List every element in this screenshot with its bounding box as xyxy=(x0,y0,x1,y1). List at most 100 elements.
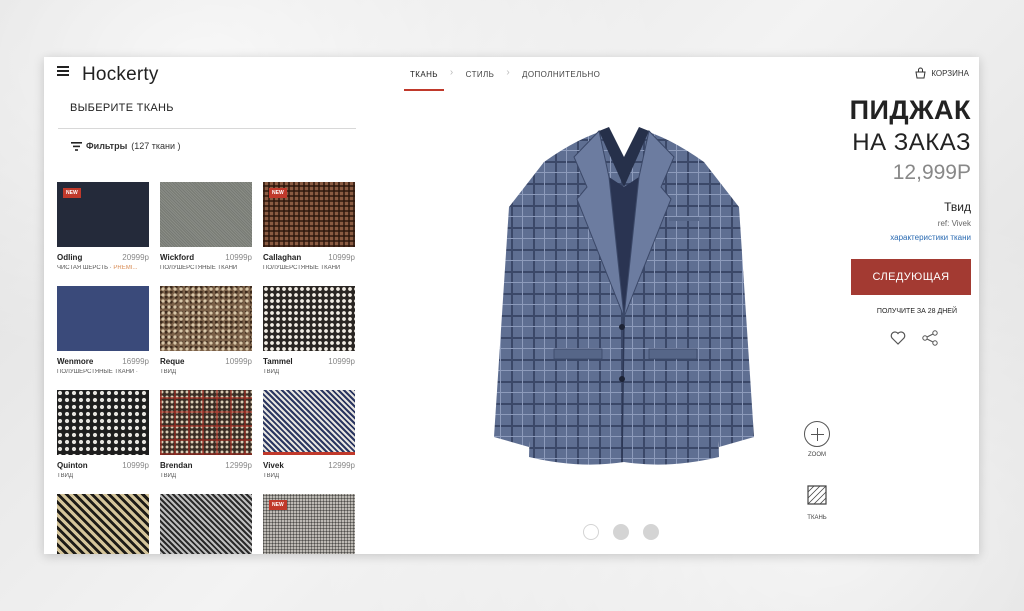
chevron-right-icon: › xyxy=(449,67,454,78)
filters-button[interactable]: Фильтры (127 ткани ) xyxy=(71,141,181,151)
fabric-type: ПОЛУШЕРСТЯНЫЕ ТКАНИ · xyxy=(57,369,149,375)
menu-icon[interactable] xyxy=(57,66,69,76)
logo[interactable]: Hockerty xyxy=(82,64,159,86)
fabric-swatch[interactable] xyxy=(160,286,252,351)
fabric-type-text: ТВИД xyxy=(263,473,280,479)
zoom-label: ZOOM xyxy=(808,452,826,458)
fabric-icon xyxy=(807,485,827,505)
next-button[interactable]: СЛЕДУЮЩАЯ xyxy=(851,259,971,295)
fabric-price: 10999р xyxy=(328,253,355,262)
carousel-dot[interactable] xyxy=(643,524,659,540)
fabric-type-text: ПОЛУШЕРСТЯНЫЕ ТКАНИ xyxy=(263,265,341,271)
fabric-tile[interactable]: Reque 10999р ТВИД xyxy=(160,286,252,375)
fabric-swatch[interactable]: NEW xyxy=(263,182,355,247)
product-subtitle: НА ЗАКАЗ xyxy=(852,129,971,156)
fabric-swatch[interactable] xyxy=(57,286,149,351)
cart-label: КОРЗИНА xyxy=(931,68,969,78)
fabric-price: 10999р xyxy=(225,253,252,262)
fabric-type: ТВИД xyxy=(57,473,149,479)
fabric-name: Tammel xyxy=(263,357,293,366)
fabric-name: Reque xyxy=(160,357,185,366)
fabric-type-text: ПОЛУШЕРСТЯНЫЕ ТКАНИ xyxy=(160,265,238,271)
jacket-image[interactable] xyxy=(489,117,759,477)
fabric-type-text: ТВИД xyxy=(160,473,177,479)
fabric-ref: ref: Vivek xyxy=(937,219,971,228)
fabric-name: Vivek xyxy=(263,461,284,470)
tab-style[interactable]: СТИЛЬ xyxy=(460,69,501,91)
fabric-type: ТВИД xyxy=(263,369,355,375)
header: Hockerty ТКАНЬ › СТИЛЬ › ДОПОЛНИТЕЛЬНО К… xyxy=(44,57,979,93)
fabric-name: Wenmore xyxy=(57,357,94,366)
heart-icon[interactable] xyxy=(889,329,907,347)
filter-icon xyxy=(71,141,82,151)
fabric-name: Brendan xyxy=(160,461,193,470)
fabric-price: 12999р xyxy=(328,461,355,470)
fabric-name: Wickford xyxy=(160,253,195,262)
fabric-tile[interactable]: Tammel 10999р ТВИД xyxy=(263,286,355,375)
fabric-name: Callaghan xyxy=(263,253,302,262)
cart-button[interactable]: КОРЗИНА xyxy=(915,67,969,79)
share-icon[interactable] xyxy=(921,329,939,347)
step-nav: ТКАНЬ › СТИЛЬ › ДОПОЛНИТЕЛЬНО xyxy=(404,67,606,93)
fabric-swatch[interactable] xyxy=(57,390,149,455)
fabric-price: 10999р xyxy=(328,357,355,366)
fabric-view-button[interactable]: ТКАНЬ xyxy=(800,482,834,521)
carousel-dots xyxy=(583,524,659,540)
carousel-dot[interactable] xyxy=(583,524,599,540)
fabric-swatch[interactable] xyxy=(160,390,252,455)
fabric-price: 10999р xyxy=(122,461,149,470)
fabric-tile[interactable]: Brendan 12999р ТВИД xyxy=(160,390,252,479)
fabric-type: ТВИД xyxy=(160,473,252,479)
product-actions xyxy=(889,329,939,347)
fabric-details-link[interactable]: характеристики ткани xyxy=(890,233,971,242)
fabric-name: Odling xyxy=(57,253,83,262)
fabric-swatch[interactable] xyxy=(57,494,149,554)
app-window: Hockerty ТКАНЬ › СТИЛЬ › ДОПОЛНИТЕЛЬНО К… xyxy=(44,57,979,554)
delivery-info: ПОЛУЧИТЕ ЗА 28 ДНЕЙ xyxy=(876,308,957,315)
fabric-swatch[interactable]: NEW xyxy=(57,182,149,247)
fabric-view-label: ТКАНЬ xyxy=(807,515,827,521)
chevron-right-icon: › xyxy=(506,67,511,78)
fabric-tile[interactable]: Vivek 12999р ТВИД xyxy=(263,390,355,479)
fabric-type-text: ТВИД xyxy=(160,369,177,375)
zoom-button[interactable]: ZOOM xyxy=(800,421,834,458)
fabric-tile[interactable]: Quinton 10999р ТВИД xyxy=(57,390,149,479)
fabric-tile[interactable]: Wickford 10999р ПОЛУШЕРСТЯНЫЕ ТКАНИ xyxy=(160,182,252,271)
fabric-type-text: ТВИД xyxy=(263,369,280,375)
fabric-swatch[interactable] xyxy=(160,494,252,554)
fabric-type: ПОЛУШЕРСТЯНЫЕ ТКАНИ xyxy=(160,265,252,271)
tab-fabric[interactable]: ТКАНЬ xyxy=(404,69,444,91)
fabric-price: 12999р xyxy=(225,461,252,470)
tab-extras[interactable]: ДОПОЛНИТЕЛЬНО xyxy=(516,69,606,91)
fabric-name: Quinton xyxy=(57,461,88,470)
fabric-swatch[interactable]: NEW xyxy=(263,494,355,554)
filters-label: Фильтры xyxy=(86,141,128,151)
fabric-type: ТВИД xyxy=(263,473,355,479)
fabric-tile[interactable]: Wenmore 16999р ПОЛУШЕРСТЯНЫЕ ТКАНИ · xyxy=(57,286,149,375)
section-title: ВЫБЕРИТЕ ТКАНЬ xyxy=(70,102,174,114)
fabric-swatch[interactable] xyxy=(160,182,252,247)
fabric-type-text: ТВИД xyxy=(57,473,74,479)
fabric-price: 16999р xyxy=(122,357,149,366)
fabric-tile[interactable] xyxy=(160,494,252,554)
zoom-icon xyxy=(804,421,830,447)
premium-label: PREMI... xyxy=(113,265,138,271)
fabric-type-text: ПОЛУШЕРСТЯНЫЕ ТКАНИ · xyxy=(57,369,138,375)
fabric-type-text: ЧИСТАЯ ШЕРСТЬ · xyxy=(57,265,114,271)
fabric-tile[interactable]: NEW Odling 20999р ЧИСТАЯ ШЕРСТЬ · PREMI... xyxy=(57,182,149,271)
fabric-price: 20999р xyxy=(122,253,149,262)
product-title: ПИДЖАК xyxy=(849,95,971,125)
fabric-type: ТВИД xyxy=(160,369,252,375)
fabric-type: ПОЛУШЕРСТЯНЫЕ ТКАНИ xyxy=(263,265,355,271)
fabric-name: Твид xyxy=(944,200,971,214)
product-price: 12,999Р xyxy=(892,161,971,184)
carousel-dot[interactable] xyxy=(613,524,629,540)
divider xyxy=(58,128,356,129)
fabric-tile[interactable]: NEW Callaghan 10999р ПОЛУШЕРСТЯНЫЕ ТКАНИ xyxy=(263,182,355,271)
fabric-tile[interactable]: NEW xyxy=(263,494,355,554)
fabric-tile[interactable] xyxy=(57,494,149,554)
fabric-price: 10999р xyxy=(225,357,252,366)
fabric-swatch[interactable] xyxy=(263,286,355,351)
fabric-swatch[interactable] xyxy=(263,390,355,455)
new-badge: NEW xyxy=(269,188,287,198)
